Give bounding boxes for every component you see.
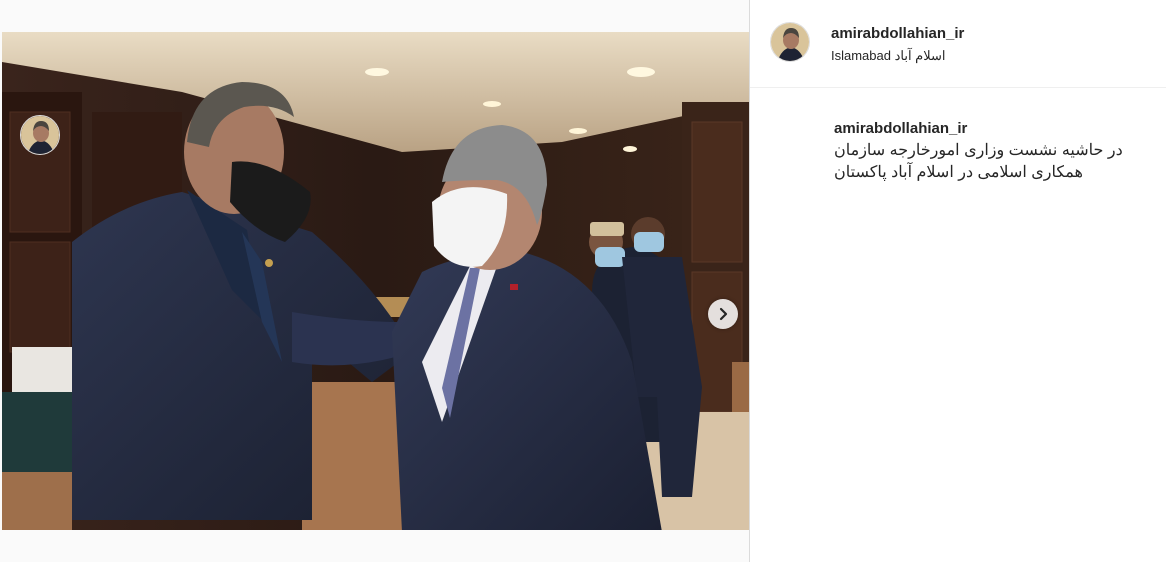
caption-comment: amirabdollahian_ir در حاشیه نشست وزاری ا… xyxy=(20,88,1166,288)
carousel-next-button[interactable] xyxy=(708,299,738,329)
post-sidebar: amirabdollahian_ir Islamabad اسلام آباد … xyxy=(20,0,1166,562)
post-location[interactable]: Islamabad اسلام آباد xyxy=(831,48,946,64)
profile-picture xyxy=(21,116,59,154)
media-column xyxy=(0,0,749,562)
post-author-username[interactable]: amirabdollahian_ir xyxy=(831,25,964,42)
post-header: amirabdollahian_ir Islamabad اسلام آباد xyxy=(750,0,1166,88)
chevron-right-icon xyxy=(719,307,728,321)
photo-illustration xyxy=(2,32,749,530)
avatar[interactable] xyxy=(20,115,60,155)
avatar[interactable] xyxy=(770,22,810,62)
caption-text: در حاشیه نشست وزاری امورخارجه سازمان همک… xyxy=(834,142,1123,181)
profile-picture xyxy=(771,23,809,61)
comment-username[interactable]: amirabdollahian_ir xyxy=(834,120,967,137)
post-photo[interactable] xyxy=(2,32,749,530)
post-view: amirabdollahian_ir Islamabad اسلام آباد … xyxy=(0,0,1166,562)
